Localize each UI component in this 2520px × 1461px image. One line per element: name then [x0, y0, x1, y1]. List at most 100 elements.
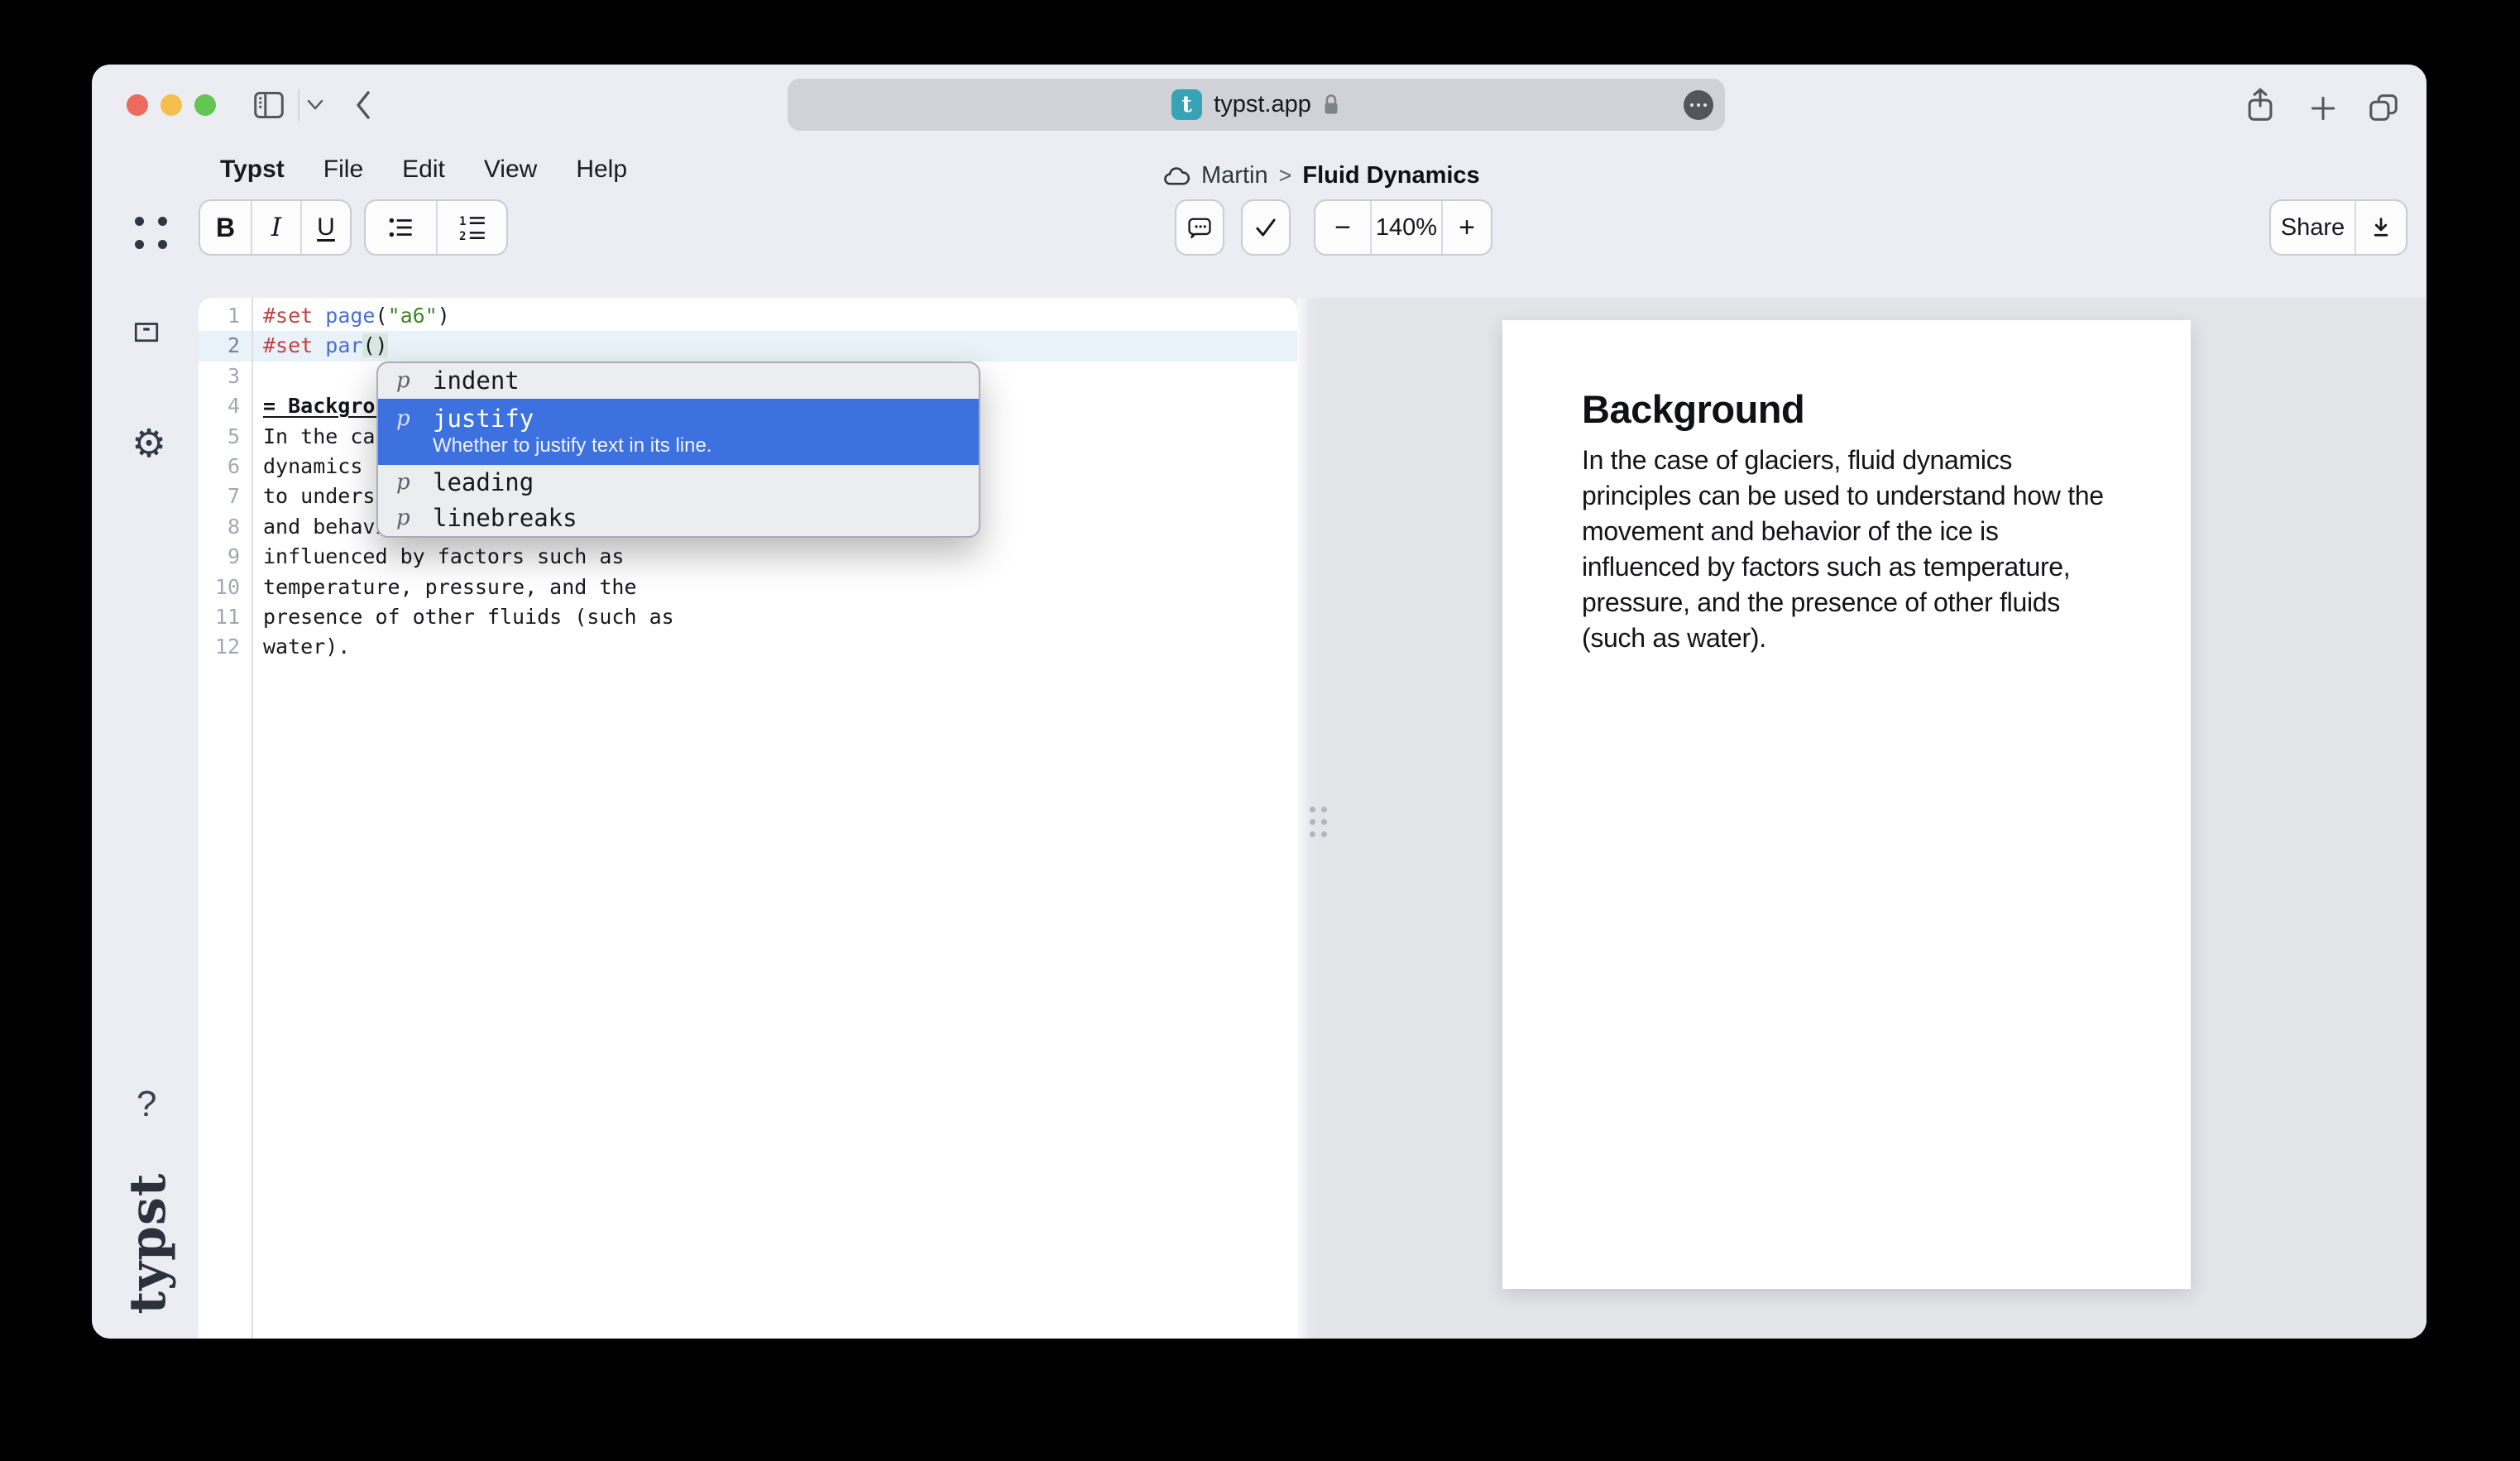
- breadcrumb-separator: >: [1279, 163, 1292, 189]
- autocomplete-label: justify: [433, 405, 534, 433]
- menu-item-help[interactable]: Help: [576, 156, 627, 184]
- traffic-lights: [127, 94, 216, 116]
- underline-label: U: [317, 213, 335, 242]
- address-bar[interactable]: t typst.app: [788, 79, 1725, 131]
- preview-paragraph: In the case of glaciers, fluid dynamicsp…: [1582, 443, 2133, 656]
- line-number: 1: [199, 301, 240, 331]
- share-export-group: Share: [2269, 199, 2407, 256]
- preview-text-line: influenced by factors such as temperatur…: [1582, 549, 2133, 585]
- minimize-window-button[interactable]: [160, 94, 182, 116]
- checkmark-icon: [1251, 213, 1281, 242]
- autocomplete-label: leading: [433, 468, 534, 496]
- pane-resize-handle[interactable]: [1310, 807, 1327, 837]
- menu-items: File Edit View Help: [323, 156, 627, 184]
- bullet-list-button[interactable]: [366, 201, 436, 254]
- code-line[interactable]: presence of other fluids (such as: [263, 602, 1297, 632]
- code-line[interactable]: #set par(): [263, 331, 1297, 361]
- line-number: 4: [199, 391, 240, 421]
- new-tab-icon[interactable]: [2307, 93, 2339, 124]
- menu-item-file[interactable]: File: [323, 156, 363, 184]
- preview-text-line: In the case of glaciers, fluid dynamics: [1582, 443, 2133, 478]
- preview-heading: Background: [1582, 386, 2111, 432]
- menu-typst[interactable]: Typst: [220, 156, 285, 184]
- app-grid-icon[interactable]: [135, 217, 167, 249]
- typst-logo: typst: [119, 1144, 177, 1339]
- comments-button[interactable]: [1175, 199, 1224, 256]
- param-type-icon: p: [396, 406, 421, 431]
- chevron-down-icon[interactable]: [305, 98, 325, 112]
- svg-text:1: 1: [459, 215, 466, 228]
- italic-button[interactable]: I: [251, 201, 300, 254]
- zoom-out-label: −: [1334, 212, 1351, 244]
- download-button[interactable]: [2355, 201, 2406, 254]
- back-icon[interactable]: [352, 86, 376, 124]
- site-url: typst.app: [1214, 91, 1311, 118]
- comment-bubble-icon: [1186, 213, 1214, 242]
- sidebar-toggle-icon[interactable]: [251, 88, 287, 122]
- spellcheck-button[interactable]: [1241, 199, 1291, 256]
- line-number: 5: [199, 422, 240, 452]
- zoom-control-group: − 140% +: [1314, 199, 1492, 256]
- code-line[interactable]: #set page("a6"): [263, 301, 1297, 331]
- autocomplete-item-linebreaks[interactable]: p linebreaks: [378, 501, 979, 536]
- download-icon: [2369, 215, 2393, 240]
- underline-button[interactable]: U: [300, 201, 350, 254]
- breadcrumb-document[interactable]: Fluid Dynamics: [1302, 162, 1479, 189]
- autocomplete-label: linebreaks: [433, 504, 577, 532]
- share-button[interactable]: Share: [2271, 201, 2355, 254]
- param-type-icon: p: [396, 505, 421, 530]
- code-editor[interactable]: 123456789101112 #set page("a6")#set par(…: [199, 298, 1297, 1339]
- menu-item-edit[interactable]: Edit: [402, 156, 445, 184]
- preview-text-line: movement and behavior of the ice is: [1582, 514, 2133, 549]
- share-page-icon[interactable]: [2243, 86, 2278, 126]
- bold-button[interactable]: B: [200, 201, 251, 254]
- zoom-in-label: +: [1459, 212, 1475, 244]
- zoom-out-button[interactable]: −: [1315, 201, 1370, 254]
- breadcrumb-workspace[interactable]: Martin: [1201, 162, 1268, 189]
- bold-label: B: [216, 213, 235, 243]
- bullet-list-icon: [386, 213, 416, 242]
- autocomplete-label: indent: [433, 366, 520, 395]
- preview-text-line: (such as water).: [1582, 620, 2133, 656]
- line-number: 6: [199, 452, 240, 481]
- svg-text:2: 2: [459, 230, 466, 242]
- menu-item-view[interactable]: View: [484, 156, 537, 184]
- param-type-icon: p: [396, 470, 421, 495]
- lock-icon: [1321, 93, 1341, 117]
- numbered-list-button[interactable]: 1 2: [436, 201, 506, 254]
- browser-window: t typst.app: [92, 65, 2427, 1339]
- preview-pane: Background In the case of glaciers, flui…: [1297, 298, 2427, 1339]
- code-line[interactable]: temperature, pressure, and the: [263, 572, 1297, 602]
- autocomplete-description: Whether to justify text in its line.: [433, 434, 964, 457]
- line-number: 10: [199, 572, 240, 602]
- line-number: 7: [199, 481, 240, 511]
- italic-label: I: [271, 213, 281, 242]
- zoom-window-button[interactable]: [194, 94, 216, 116]
- preview-text-line: principles can be used to understand how…: [1582, 478, 2133, 514]
- code-line[interactable]: influenced by factors such as: [263, 542, 1297, 572]
- autocomplete-item-leading[interactable]: p leading: [378, 465, 979, 501]
- line-number-gutter: 123456789101112: [199, 298, 253, 1339]
- site-favicon: t: [1171, 89, 1202, 120]
- list-group: 1 2: [364, 199, 508, 256]
- autocomplete-popup: pindentpjustifyWhether to justify text i…: [376, 362, 980, 538]
- autocomplete-item-indent[interactable]: pindent: [378, 363, 979, 399]
- autocomplete-item-justify[interactable]: p justifyWhether to justify text in its l…: [378, 399, 979, 465]
- code-line[interactable]: water).: [263, 632, 1297, 662]
- files-box-icon[interactable]: [132, 318, 161, 347]
- line-number: 8: [199, 512, 240, 542]
- help-icon[interactable]: ?: [137, 1084, 156, 1125]
- close-window-button[interactable]: [127, 94, 148, 116]
- zoom-level[interactable]: 140%: [1370, 201, 1441, 254]
- page-settings-button[interactable]: [1684, 90, 1713, 120]
- text-style-group: B I U: [199, 199, 352, 256]
- breadcrumb[interactable]: Martin > Fluid Dynamics: [1162, 162, 1480, 189]
- line-number: 11: [199, 602, 240, 632]
- line-number: 12: [199, 632, 240, 662]
- zoom-level-value: 140%: [1376, 214, 1437, 242]
- zoom-in-button[interactable]: +: [1441, 201, 1491, 254]
- settings-gear-icon[interactable]: ⚙: [132, 424, 166, 462]
- browser-titlebar: t typst.app: [92, 65, 2427, 145]
- numbered-list-icon: 1 2: [458, 213, 487, 242]
- tab-overview-icon[interactable]: [2365, 89, 2402, 126]
